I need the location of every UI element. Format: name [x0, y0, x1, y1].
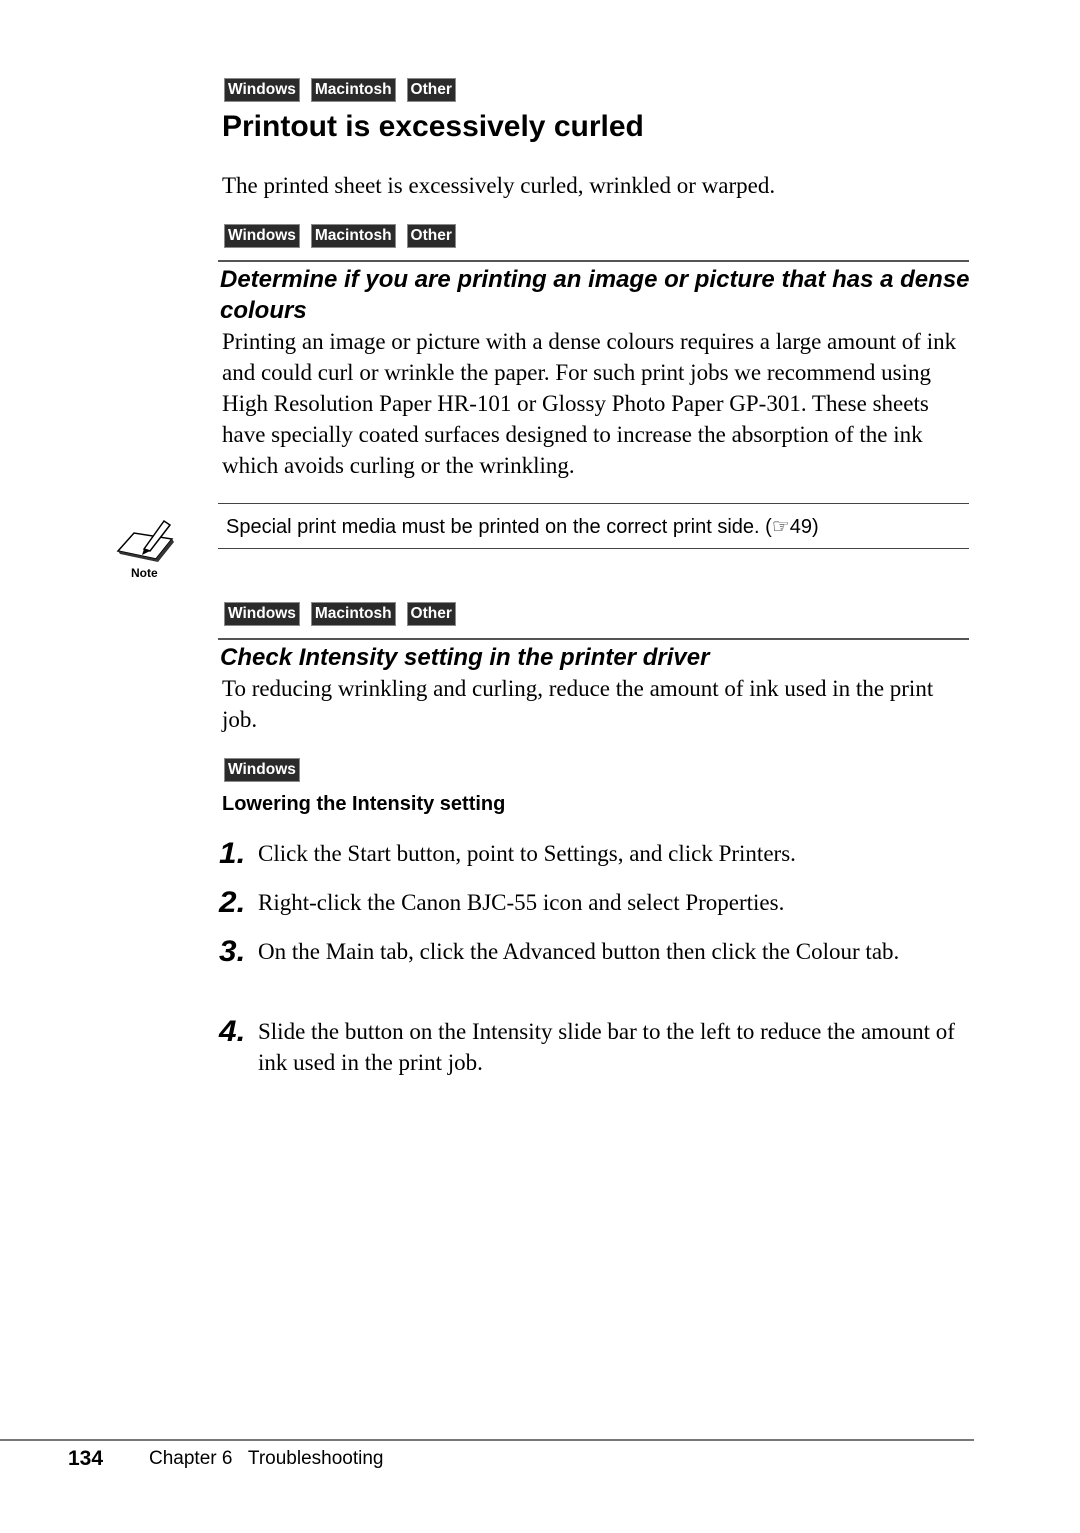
- step-text: Right-click the Canon BJC-55 icon and se…: [258, 890, 785, 915]
- note-top-rule: [218, 503, 969, 504]
- note-text: Special print media must be printed on t…: [226, 516, 819, 538]
- tag-windows: Windows: [224, 78, 300, 102]
- section2-body: To reducing wrinkling and curling, reduc…: [222, 676, 934, 732]
- tag-macintosh: Macintosh: [310, 602, 396, 626]
- note-bottom-rule: [218, 548, 969, 549]
- procedure-heading: Lowering the Intensity setting: [222, 793, 506, 815]
- step-item: 1. Click the Start button, point to Sett…: [219, 837, 980, 870]
- platform-tags-4: Windows: [224, 758, 300, 782]
- tag-other: Other: [406, 78, 456, 102]
- tag-windows: Windows: [224, 224, 300, 248]
- tag-macintosh: Macintosh: [310, 224, 396, 248]
- chapter-title: Chapter 6 Troubleshooting: [149, 1448, 384, 1469]
- step-number: 2.: [219, 886, 246, 919]
- step-item: 2. Right-click the Canon BJC-55 icon and…: [219, 886, 980, 919]
- tag-other: Other: [406, 224, 456, 248]
- platform-tags-3: Windows Macintosh Other: [224, 602, 456, 626]
- page-number: 134: [68, 1447, 104, 1470]
- step-number: 4.: [219, 1015, 246, 1048]
- intro-text: The printed sheet is excessively curled,…: [222, 173, 776, 198]
- tag-windows: Windows: [224, 758, 300, 782]
- footer-rule: [0, 1439, 974, 1441]
- section1-heading: Determine if you are printing an image o…: [220, 266, 970, 324]
- tag-windows: Windows: [224, 602, 300, 626]
- note-label: Note: [131, 566, 158, 580]
- step-item: 4. Slide the button on the Intensity sli…: [219, 1015, 980, 1078]
- step-text: On the Main tab, click the Advanced butt…: [258, 939, 900, 964]
- step-number: 3.: [219, 935, 246, 968]
- page-title: Printout is excessively curled: [222, 110, 644, 143]
- tag-macintosh: Macintosh: [310, 78, 396, 102]
- tag-other: Other: [406, 602, 456, 626]
- section-divider: [218, 638, 969, 640]
- step-item: 3. On the Main tab, click the Advanced b…: [219, 935, 980, 968]
- step-text: Slide the button on the Intensity slide …: [258, 1019, 955, 1075]
- step-text: Click the Start button, point to Setting…: [258, 841, 796, 866]
- platform-tags-2: Windows Macintosh Other: [224, 224, 456, 248]
- section1-body: Printing an image or picture with a dens…: [222, 329, 957, 478]
- step-number: 1.: [219, 837, 246, 870]
- section2-heading: Check Intensity setting in the printer d…: [220, 644, 710, 671]
- platform-tags-1: Windows Macintosh Other: [224, 78, 456, 102]
- section-divider: [218, 260, 969, 262]
